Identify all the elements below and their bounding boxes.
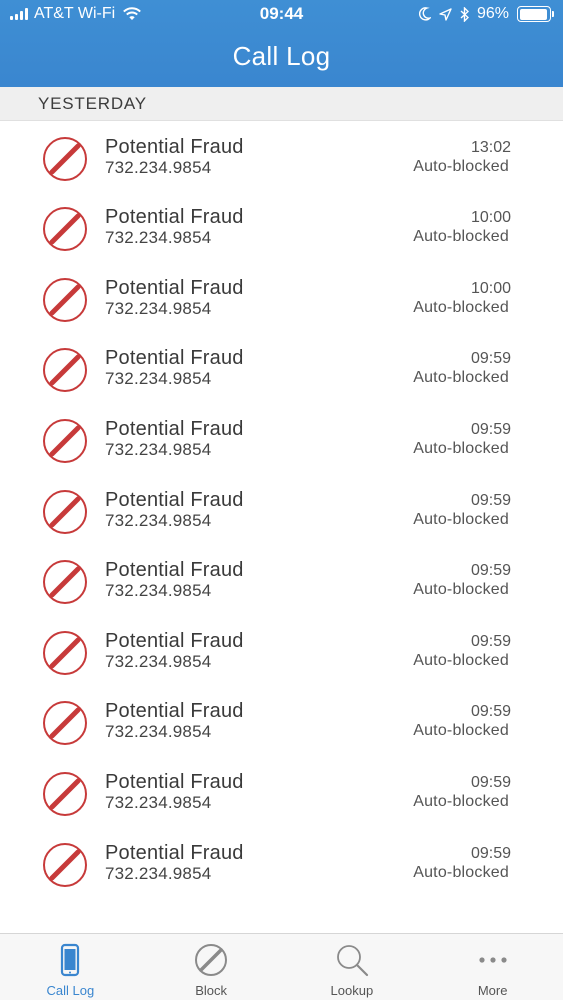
caller-name: Potential Fraud: [105, 347, 244, 370]
caller-number: 732.234.9854: [105, 510, 212, 530]
call-time: 13:02: [470, 138, 511, 156]
caller-name: Potential Fraud: [105, 841, 244, 864]
call-time: 09:59: [470, 350, 511, 368]
call-time: 09:59: [470, 844, 511, 862]
caller-number: 732.234.9854: [105, 228, 212, 248]
phone-icon: [61, 943, 80, 977]
call-status: Auto-blocked: [413, 439, 509, 457]
tab-label: Block: [195, 983, 228, 998]
blocked-call-icon: [43, 842, 87, 887]
call-log-row[interactable]: Potential Fraud 732.234.9854 09:59 Auto-blo…: [0, 333, 563, 404]
call-time: 09:59: [470, 632, 511, 650]
section-header-yesterday: YESTERDAY: [0, 87, 563, 121]
call-time: 10:00: [470, 279, 511, 297]
battery-percent: 96%: [476, 5, 509, 22]
call-time: 09:59: [470, 703, 511, 721]
call-log-row[interactable]: Potential Fraud 732.234.9854 13:02 Auto-blo…: [0, 122, 563, 193]
blocked-call-icon: [43, 348, 87, 393]
call-time: 09:59: [470, 562, 511, 580]
tab-bar: Call Log Block Lookup More: [0, 933, 563, 1000]
call-log-list[interactable]: Potential Fraud732.234.9854Auto-blockedP…: [0, 121, 563, 933]
caller-number: 732.234.9854: [105, 369, 212, 389]
blocked-call-icon: [43, 489, 87, 534]
blocked-call-icon: [43, 277, 87, 322]
call-time: 09:59: [470, 491, 511, 509]
call-log-row[interactable]: Potential Fraud 732.234.9854 09:59 Auto-blo…: [0, 828, 563, 899]
blocked-call-icon: [43, 630, 87, 675]
block-icon: [195, 944, 228, 976]
blocked-call-icon: [43, 207, 87, 252]
call-log-row[interactable]: Potential Fraud 732.234.9854 09:59 Auto-blo…: [0, 686, 563, 757]
caller-number: 732.234.9854: [105, 651, 212, 671]
caller-number: 732.234.9854: [105, 863, 212, 883]
caller-name: Potential Fraud: [105, 488, 244, 511]
call-log-row[interactable]: Potential Fraud 732.234.9854 09:59 Auto-blo…: [0, 757, 563, 828]
nav-header: AT&T Wi-Fi 09:44 96% Call Log: [0, 0, 563, 87]
tab-label: Lookup: [330, 983, 374, 998]
tab-call-log[interactable]: Call Log: [0, 934, 141, 1000]
call-status: Auto-blocked: [413, 228, 509, 246]
call-time: 09:59: [470, 773, 511, 791]
caller-number: 732.234.9854: [105, 581, 212, 601]
tab-label: More: [477, 983, 508, 998]
call-log-row[interactable]: Potential Fraud 732.234.9854 10:00 Auto-blo…: [0, 192, 563, 263]
call-log-row[interactable]: Potential Fraud 732.234.9854 09:59 Auto-blo…: [0, 545, 563, 616]
tab-block[interactable]: Block: [141, 934, 282, 1000]
call-status: Auto-blocked: [413, 581, 509, 599]
call-log-row[interactable]: Potential Fraud 732.234.9854 09:59 Auto-blo…: [0, 616, 563, 687]
caller-name: Potential Fraud: [105, 629, 244, 652]
moon-icon: [418, 7, 431, 21]
caller-name: Potential Fraud: [105, 135, 244, 158]
location-arrow-icon: [439, 7, 452, 21]
call-log-row[interactable]: Potential Fraud 732.234.9854 09:59 Auto-blo…: [0, 475, 563, 546]
magnifier-icon: [336, 945, 368, 977]
blocked-call-icon: [43, 136, 87, 181]
call-status: Auto-blocked: [413, 651, 509, 669]
page-title: Call Log: [232, 41, 331, 71]
blocked-call-icon: [43, 771, 87, 816]
caller-number: 732.234.9854: [105, 792, 212, 812]
caller-name: Potential Fraud: [105, 559, 244, 582]
tab-label: Call Log: [46, 983, 95, 998]
call-status: Auto-blocked: [413, 298, 509, 316]
blocked-call-icon: [43, 418, 87, 463]
caller-name: Potential Fraud: [105, 206, 244, 229]
call-log-row[interactable]: Potential Fraud 732.234.9854 09:59 Auto-blo…: [0, 404, 563, 475]
call-status: Auto-blocked: [413, 157, 509, 175]
caller-name: Potential Fraud: [105, 276, 244, 299]
caller-number: 732.234.9854: [105, 298, 212, 318]
caller-name: Potential Fraud: [105, 700, 244, 723]
more-dots-icon: [479, 957, 507, 963]
caller-number: 732.234.9854: [105, 157, 212, 177]
blocked-call-icon: [43, 701, 87, 746]
tab-more[interactable]: More: [422, 934, 563, 1000]
call-time: 10:00: [470, 209, 511, 227]
call-status: Auto-blocked: [413, 369, 509, 387]
call-log-row[interactable]: Potential Fraud 732.234.9854 10:00 Auto-blo…: [0, 263, 563, 334]
call-status: Auto-blocked: [413, 722, 509, 740]
battery-icon: [517, 6, 554, 22]
call-status: Auto-blocked: [413, 792, 509, 810]
bluetooth-icon: [460, 6, 469, 22]
call-status: Auto-blocked: [413, 510, 509, 528]
caller-number: 732.234.9854: [105, 722, 212, 742]
caller-number: 732.234.9854: [105, 439, 212, 459]
status-bar: AT&T Wi-Fi 09:44 96%: [0, 0, 563, 30]
tab-lookup[interactable]: Lookup: [282, 934, 423, 1000]
call-time: 09:59: [470, 420, 511, 438]
call-status: Auto-blocked: [413, 863, 509, 881]
caller-name: Potential Fraud: [105, 417, 244, 440]
caller-name: Potential Fraud: [105, 770, 244, 793]
blocked-call-icon: [43, 560, 87, 605]
